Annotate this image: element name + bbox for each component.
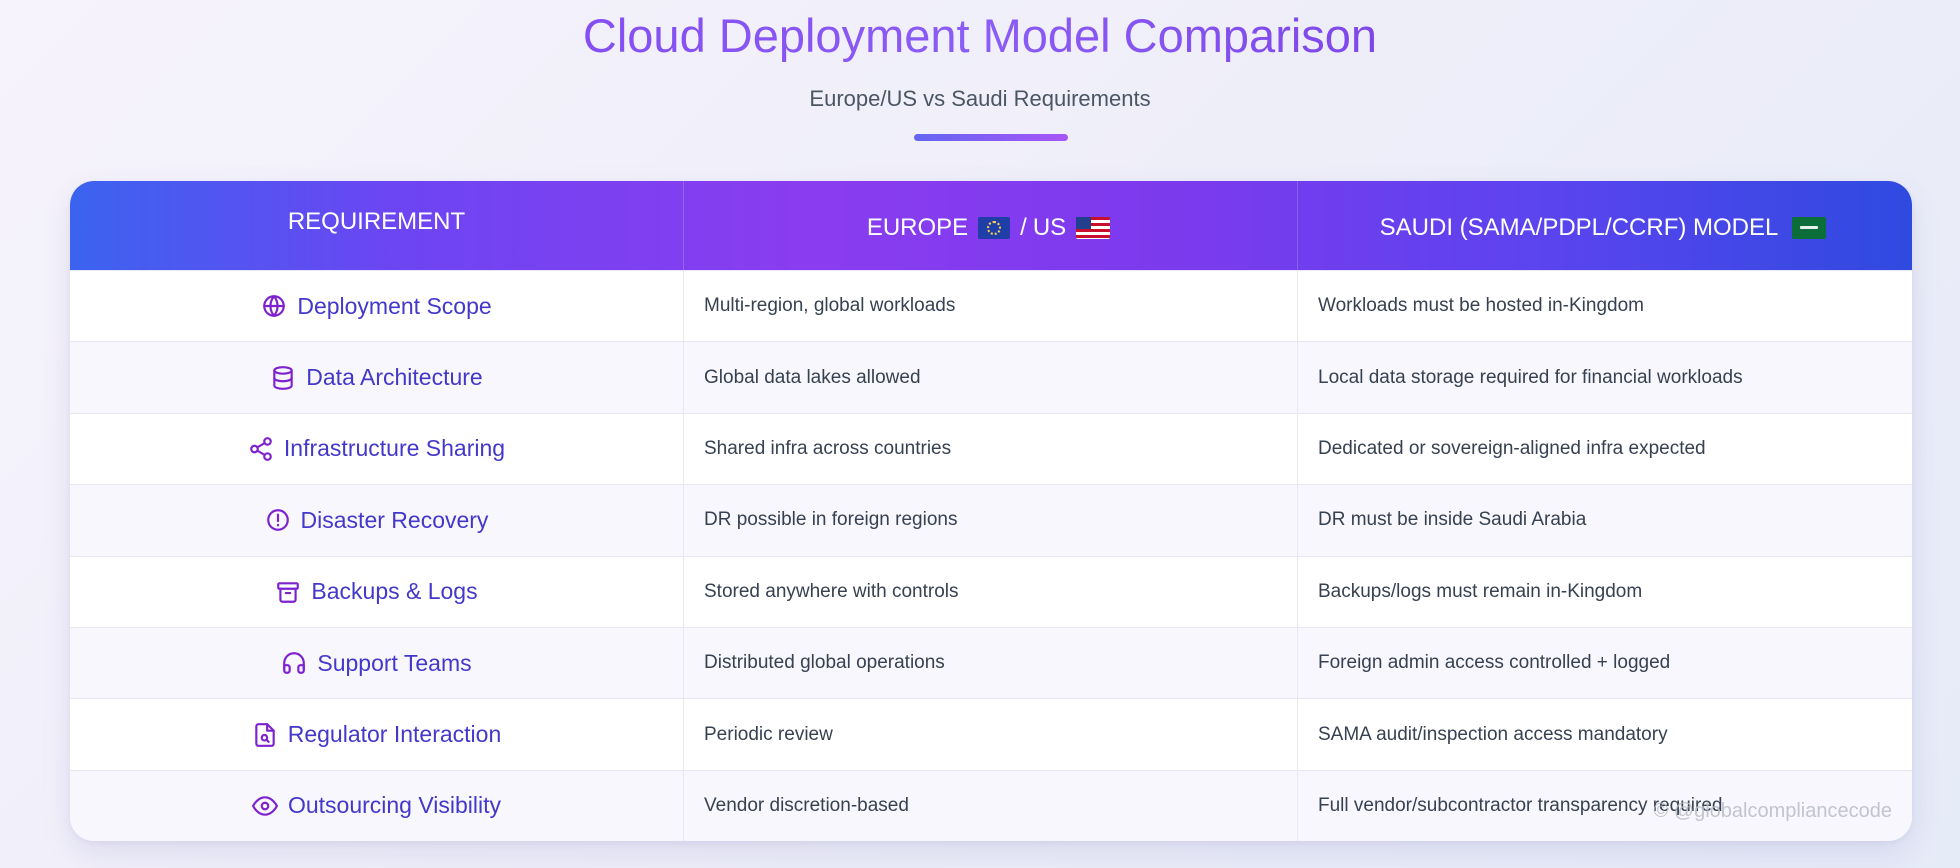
header-requirement: REQUIREMENT [70, 181, 684, 270]
europe-us-value: Multi-region, global workloads [704, 295, 956, 317]
table-row: Infrastructure Sharing Shared infra acros… [70, 412, 1912, 485]
europe-us-value: Periodic review [704, 723, 833, 745]
header-europe-label: EUROPE [866, 213, 969, 241]
requirement-label: Data Architecture [306, 364, 483, 391]
saudi-value: Backups/logs must remain in-Kingdom [1318, 580, 1643, 602]
table-row: Deployment Scope Multi-region, global wor… [70, 270, 1912, 342]
europe-us-value: DR possible in foreign regions [704, 509, 958, 531]
table-row: Backups & Logs Stored anywhere with contr… [70, 555, 1912, 627]
requirement-cell: Disaster Recovery [70, 485, 684, 556]
table-header: REQUIREMENT EUROPE / US SAUDI (SAMA/PDPL… [70, 181, 1912, 270]
watermark: © @globalcompliancecode [1653, 800, 1892, 822]
europe-us-cell: Periodic review [684, 699, 1298, 770]
saudi-value: Foreign admin access controlled + logged [1318, 652, 1671, 674]
table-row: Support Teams Distributed global operatio… [70, 626, 1912, 699]
saudi-cell: Workloads must be hosted in-Kingdom [1298, 271, 1912, 341]
headphones-icon [283, 652, 306, 674]
saudi-value: Dedicated or sovereign-aligned infra exp… [1318, 437, 1706, 459]
requirement-label: Regulator Interaction [287, 721, 502, 748]
header-us-label: US [1032, 213, 1067, 241]
table-row: Outsourcing Visibility Vendor discretion-… [70, 769, 1912, 841]
share-icon [250, 437, 272, 461]
header-saudi-label: SAUDI (SAMA/PDPL/CCRF) MODEL [1379, 213, 1779, 241]
saudi-value: SAMA audit/inspection access mandatory [1318, 723, 1668, 745]
table-row: Disaster Recovery DR possible in foreign … [70, 484, 1912, 556]
table-row: Regulator Interaction Periodic review SAMA… [70, 698, 1912, 770]
requirement-label: Backups & Logs [311, 578, 478, 605]
saudi-value: DR must be inside Saudi Arabia [1318, 509, 1587, 531]
saudi-cell: Local data storage required for financia… [1298, 342, 1912, 412]
requirement-cell: Backups & Logs [70, 556, 684, 627]
eye-icon [251, 796, 278, 816]
saudi-cell: Foreign admin access controlled + logged [1298, 628, 1912, 698]
requirement-cell: Deployment Scope [70, 271, 684, 342]
eu-flag-icon [978, 216, 1011, 239]
header-separator: / [1020, 213, 1027, 241]
saudi-cell: Backups/logs must remain in-Kingdom [1298, 557, 1912, 627]
alert-circle-icon [266, 509, 289, 532]
header-europe-us: EUROPE / US [684, 181, 1298, 270]
requirement-label: Deployment Scope [297, 292, 492, 319]
europe-us-value: Global data lakes allowed [704, 366, 921, 388]
header-saudi: SAUDI (SAMA/PDPL/CCRF) MODEL [1298, 181, 1912, 270]
globe-icon [263, 295, 286, 318]
europe-us-cell: Distributed global operations [684, 627, 1298, 699]
saudi-cell: DR must be inside Saudi Arabia [1298, 485, 1912, 555]
europe-us-value: Distributed global operations [704, 652, 945, 674]
file-search-icon [254, 722, 275, 747]
europe-us-cell: Global data lakes allowed [684, 342, 1298, 413]
requirement-label: Infrastructure Sharing [283, 435, 506, 462]
europe-us-value: Vendor discretion-based [704, 794, 909, 816]
saudi-cell: Dedicated or sovereign-aligned infra exp… [1298, 414, 1912, 484]
saudi-flag-icon [1792, 216, 1827, 239]
europe-us-cell: Shared infra across countries [684, 413, 1298, 485]
database-icon [273, 365, 294, 390]
requirement-cell: Data Architecture [70, 342, 684, 413]
requirement-label: Disaster Recovery [300, 506, 489, 533]
table-body: Deployment Scope Multi-region, global wor… [70, 270, 1912, 841]
archive-icon [277, 582, 300, 603]
europe-us-cell: Vendor discretion-based [684, 770, 1298, 841]
europe-us-cell: Multi-region, global workloads [684, 271, 1298, 342]
saudi-value: Workloads must be hosted in-Kingdom [1318, 295, 1644, 317]
title-underline [914, 134, 1068, 141]
europe-us-cell: DR possible in foreign regions [684, 485, 1298, 556]
europe-us-value: Stored anywhere with controls [704, 580, 959, 602]
header-requirement-label: REQUIREMENT [287, 208, 466, 235]
requirement-label: Outsourcing Visibility [287, 792, 502, 819]
requirement-cell: Support Teams [70, 627, 684, 699]
saudi-value: Local data storage required for financia… [1318, 366, 1743, 388]
comparison-table: REQUIREMENT EUROPE / US SAUDI (SAMA/PDPL… [70, 181, 1912, 841]
requirement-cell: Infrastructure Sharing [70, 413, 684, 485]
europe-us-value: Shared infra across countries [704, 437, 952, 459]
us-flag-icon [1076, 216, 1111, 239]
requirement-cell: Regulator Interaction [70, 699, 684, 770]
saudi-cell: SAMA audit/inspection access mandatory [1298, 699, 1912, 769]
table-row: Data Architecture Global data lakes allow… [70, 341, 1912, 413]
requirement-cell: Outsourcing Visibility [70, 770, 684, 841]
requirement-label: Support Teams [317, 649, 472, 676]
page-title: Cloud Deployment Model Comparison [0, 8, 1960, 64]
page-subtitle: Europe/US vs Saudi Requirements [809, 86, 1151, 111]
europe-us-cell: Stored anywhere with controls [684, 556, 1298, 627]
